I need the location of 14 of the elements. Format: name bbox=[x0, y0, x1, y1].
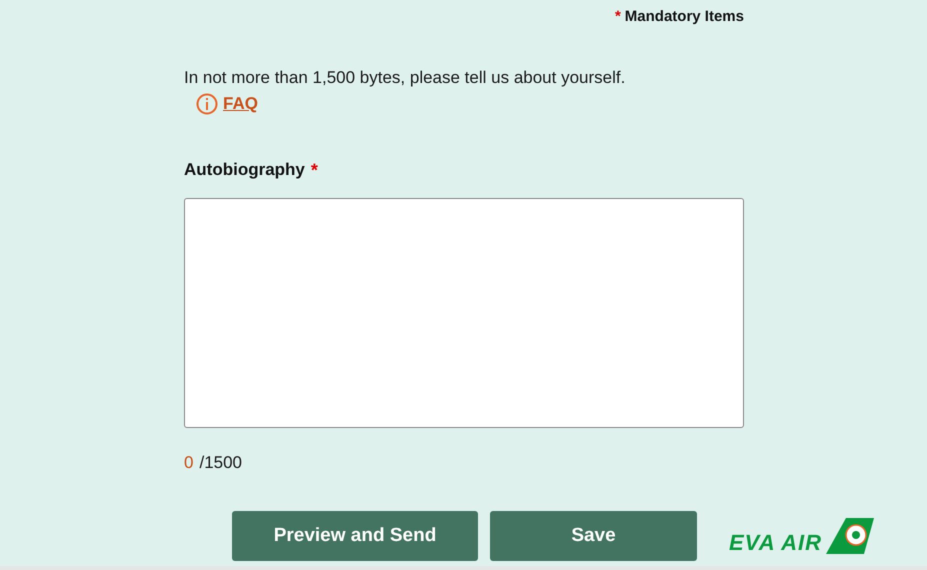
field-label: Autobiography bbox=[184, 159, 305, 182]
character-limit: /1500 bbox=[199, 452, 242, 474]
tail-fin-icon bbox=[826, 518, 874, 554]
mandatory-items-label: Mandatory Items bbox=[624, 7, 744, 28]
faq-link[interactable]: FAQ bbox=[223, 91, 258, 116]
character-count: 0 bbox=[184, 452, 194, 474]
required-mark: * bbox=[614, 7, 621, 28]
save-button[interactable]: Save bbox=[490, 511, 697, 561]
intro-text: In not more than 1,500 bytes, please tell us about yourself. bbox=[184, 67, 626, 89]
preview-send-button[interactable]: Preview and Send bbox=[232, 511, 478, 561]
autobiography-field[interactable] bbox=[184, 198, 744, 428]
info-icon bbox=[196, 92, 218, 115]
logo-text: EVA AIR bbox=[729, 532, 822, 554]
required-mark: * bbox=[310, 158, 318, 182]
